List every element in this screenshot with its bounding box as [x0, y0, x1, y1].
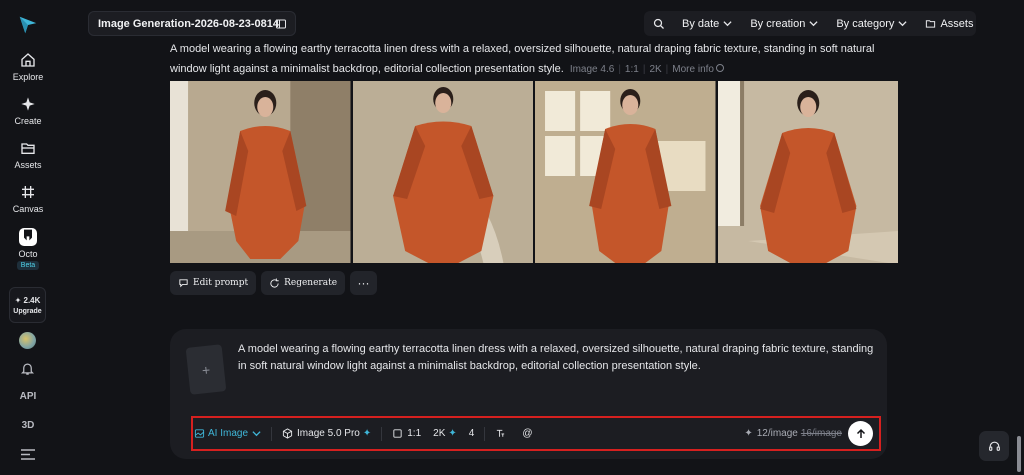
image-icon	[194, 429, 205, 438]
by-date-label: By date	[682, 17, 720, 30]
sidebar-item-label: Canvas	[12, 204, 44, 214]
text-format-icon	[497, 429, 505, 437]
mode-label: AI Image	[208, 428, 249, 439]
image-actions: Edit prompt Regenerate ···	[170, 271, 378, 295]
headset-icon	[988, 441, 1000, 451]
sparkle-icon: ✦	[362, 428, 372, 439]
info-icon[interactable]	[715, 64, 724, 73]
model-label: Image 5.0 Pro	[297, 428, 360, 439]
generation-meta: Image 4.6 | 1:1 | 2K | More info	[570, 64, 724, 75]
sidebar-item-explore[interactable]: Explore	[12, 52, 44, 82]
ratio-label: 1:1	[407, 428, 422, 439]
api-link[interactable]: API	[0, 391, 56, 402]
octo-icon	[19, 228, 37, 246]
support-button[interactable]	[979, 431, 1009, 461]
credits-count: ✦ 2.4K	[14, 295, 41, 305]
sparkle-icon	[21, 97, 35, 111]
original-cost-label: 16/image	[800, 428, 842, 439]
filter-bar: By date By creation By category Assets	[644, 11, 976, 36]
generated-image[interactable]	[717, 81, 898, 263]
count-selector[interactable]: 4	[469, 428, 475, 439]
resolution-label: 2K	[433, 428, 446, 439]
arrow-up-icon	[856, 428, 865, 438]
generated-image[interactable]	[352, 81, 533, 263]
sidebar-item-assets[interactable]: Assets	[14, 140, 42, 170]
panel-toggle-icon[interactable]	[275, 18, 287, 30]
home-icon	[21, 53, 35, 67]
by-category-label: By category	[836, 17, 895, 30]
sidebar-item-create[interactable]: Create	[14, 96, 42, 126]
by-date-dropdown[interactable]: By date	[682, 18, 732, 30]
generated-image[interactable]	[170, 81, 351, 263]
prompt-input[interactable]: A model wearing a flowing earthy terraco…	[238, 341, 874, 375]
divider	[271, 426, 273, 441]
model-selector[interactable]: Image 5.0 Pro ✦	[282, 428, 371, 439]
cost-label: 12/image	[756, 428, 798, 439]
canvas-icon	[21, 186, 34, 198]
by-creation-label: By creation	[750, 17, 806, 30]
3d-link[interactable]: 3D	[0, 420, 56, 431]
scrollbar[interactable]	[1017, 436, 1021, 472]
edit-prompt-label: Edit prompt	[193, 278, 249, 288]
upgrade-button[interactable]: ✦ 2.4K Upgrade	[9, 287, 46, 323]
divider	[484, 426, 486, 441]
send-button[interactable]	[848, 421, 873, 446]
regenerate-label: Regenerate	[284, 278, 338, 288]
chevron-down-icon	[898, 21, 908, 27]
chevron-down-icon	[809, 21, 818, 27]
prompt-text: A model wearing a flowing earthy terraco…	[170, 43, 875, 75]
menu-icon[interactable]	[21, 449, 35, 460]
text-style-button[interactable]	[495, 428, 506, 439]
resolution-badge: 2K	[649, 64, 662, 75]
count-label: 4	[468, 428, 475, 439]
cube-icon	[282, 428, 293, 439]
model-badge: Image 4.6	[569, 64, 615, 75]
ratio-selector[interactable]: 1:1	[392, 428, 421, 439]
chevron-down-icon	[252, 431, 261, 437]
by-category-dropdown[interactable]: By category	[836, 17, 908, 30]
folder-icon	[926, 20, 936, 28]
sidebar-item-octo[interactable]: Octo Beta	[16, 228, 40, 270]
generation-prompt: A model wearing a flowing earthy terraco…	[170, 39, 900, 80]
avatar[interactable]	[19, 332, 36, 349]
mention-button[interactable]: @	[522, 428, 532, 439]
bell-icon[interactable]	[20, 361, 35, 376]
generated-image[interactable]	[535, 81, 716, 263]
image-grid	[170, 81, 898, 263]
divider	[381, 426, 383, 441]
generation-title[interactable]: Image Generation-2026-08-23-0814	[88, 11, 296, 36]
chevron-down-icon	[723, 21, 732, 27]
resolution-selector[interactable]: 2K ✦	[433, 428, 457, 439]
cost-indicator: ✦ 12/image 16/image	[744, 428, 842, 439]
aspect-ratio-icon	[393, 429, 402, 438]
sparkle-icon: ✦	[448, 428, 457, 439]
mode-selector[interactable]: AI Image	[194, 428, 261, 439]
ratio-badge: 1:1	[624, 64, 639, 75]
search-icon[interactable]	[653, 18, 665, 30]
sidebar-item-label: Octo	[18, 249, 38, 259]
sidebar: Explore Create Assets Canvas Octo Beta	[0, 0, 56, 475]
upgrade-label: Upgrade	[13, 307, 42, 315]
folder-icon	[21, 143, 35, 154]
edit-icon	[179, 278, 188, 287]
assets-label: Assets	[940, 17, 974, 30]
assets-button[interactable]: Assets	[925, 18, 973, 30]
page-title: Image Generation-2026-08-23-0814	[98, 17, 279, 30]
more-options-button[interactable]: ···	[350, 271, 378, 295]
by-creation-dropdown[interactable]: By creation	[750, 18, 818, 30]
refresh-icon	[270, 277, 279, 288]
regenerate-button[interactable]: Regenerate	[261, 271, 346, 295]
sparkle-icon: ✦	[744, 428, 753, 439]
more-info-link[interactable]: More info	[672, 64, 714, 75]
sidebar-item-label: Create	[14, 116, 42, 126]
prompt-composer: + A model wearing a flowing earthy terra…	[170, 329, 887, 459]
sidebar-item-label: Explore	[12, 72, 44, 82]
edit-prompt-button[interactable]: Edit prompt	[170, 271, 257, 295]
logo-icon[interactable]	[17, 14, 39, 36]
sidebar-item-label: Assets	[14, 160, 42, 170]
beta-badge: Beta	[16, 261, 40, 270]
composer-toolbar: AI Image Image 5.0 Pro ✦ 1:1 2K ✦ 4 @ ✦	[191, 416, 881, 451]
add-reference-button[interactable]: +	[185, 344, 227, 395]
sidebar-item-canvas[interactable]: Canvas	[12, 184, 44, 214]
